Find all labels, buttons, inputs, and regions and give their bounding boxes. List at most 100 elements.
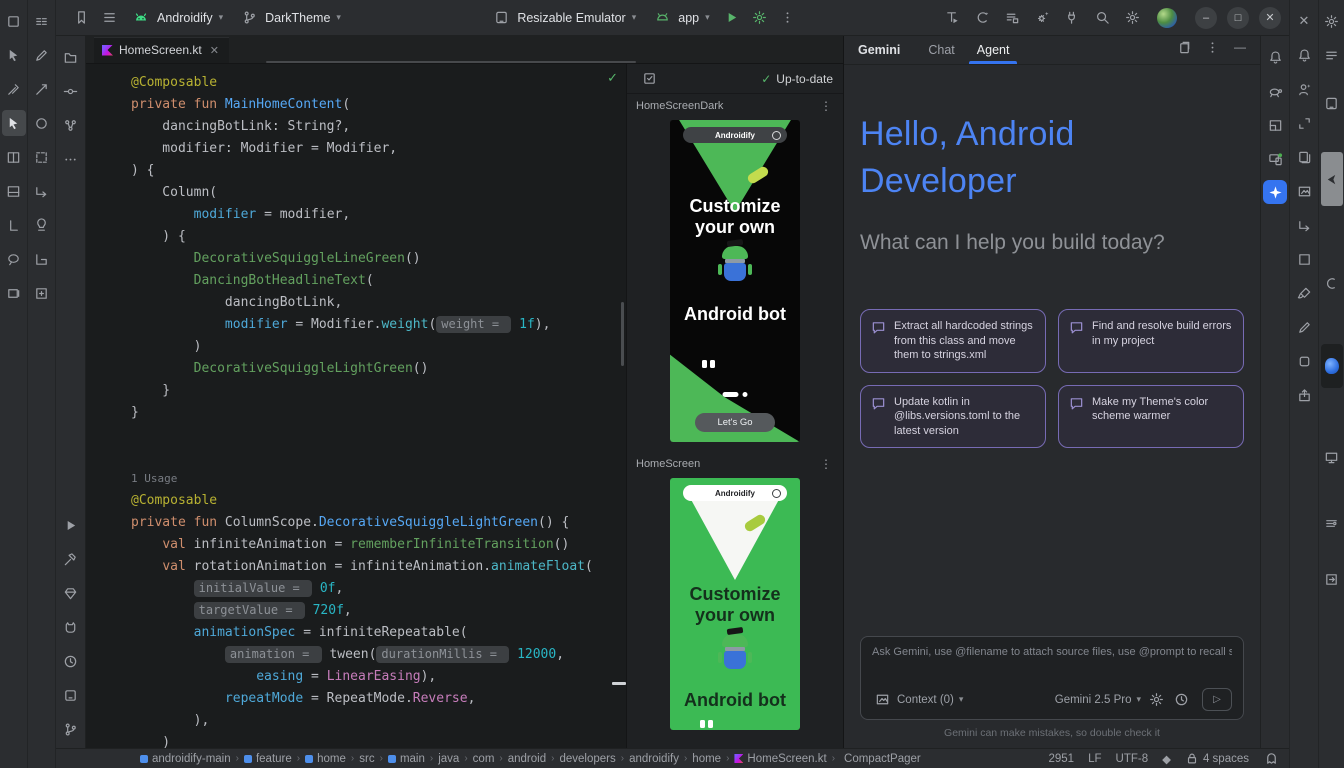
code-line[interactable]: Column( — [131, 182, 626, 204]
corner-arrow-icon[interactable] — [1292, 212, 1316, 238]
user-avatar[interactable] — [1157, 7, 1178, 28]
breadcrumb-item[interactable]: androidify — [629, 753, 679, 765]
commit-icon[interactable] — [59, 78, 83, 104]
project-folder-icon[interactable] — [59, 44, 83, 70]
run-tool-icon[interactable] — [59, 512, 83, 538]
prompt-input[interactable]: Ask Gemini, use @filename to attach sour… — [860, 636, 1244, 720]
close-button[interactable]: ✕ — [1259, 6, 1282, 29]
arrow-corner-icon[interactable] — [30, 178, 54, 204]
plugin-ai-icon[interactable] — [1060, 5, 1084, 31]
breadcrumb-item[interactable]: androidify-main — [140, 753, 231, 765]
code-line[interactable]: private fun ColumnScope.DecorativeSquigg… — [131, 512, 626, 534]
code-line[interactable]: dancingBotLink, — [131, 292, 626, 314]
vcs-widget[interactable]: DarkTheme ▾ — [232, 3, 348, 33]
window-icon[interactable] — [2, 8, 26, 34]
bookmark-icon[interactable] — [71, 7, 91, 29]
move-tool-icon[interactable] — [1, 110, 26, 136]
pages-icon[interactable] — [1292, 144, 1316, 170]
code-line[interactable]: @Composable — [131, 72, 626, 94]
ghost-icon[interactable] — [1263, 751, 1279, 767]
app-quality-icon[interactable] — [59, 580, 83, 606]
code-line[interactable]: @Composable — [131, 490, 626, 512]
minimize-button[interactable]: – — [1195, 6, 1218, 29]
more-tools-icon[interactable] — [59, 146, 83, 172]
context-selector[interactable]: Context (0) — [897, 694, 954, 706]
device-manager-icon[interactable] — [59, 682, 83, 708]
code-line[interactable]: ) { — [131, 160, 626, 182]
maximize-button[interactable]: □ — [1227, 6, 1250, 29]
search-icon[interactable] — [1090, 5, 1114, 31]
project-selector[interactable]: Androidify ▾ — [124, 3, 230, 33]
pencil-tool-icon[interactable] — [1292, 314, 1316, 340]
breadcrumb-item[interactable]: main — [387, 753, 425, 765]
code-line[interactable]: initialValue = 0f, — [131, 578, 626, 600]
line-separator[interactable]: LF — [1088, 753, 1101, 765]
ask-studio-icon[interactable] — [970, 5, 994, 31]
code-line[interactable]: animation = tween(durationMillis = 12000… — [131, 644, 626, 666]
add-frame-icon[interactable] — [30, 280, 54, 306]
square-tool-icon[interactable] — [1292, 246, 1316, 272]
diamond-icon[interactable]: ◆ — [1162, 752, 1171, 766]
list-icon[interactable] — [1320, 42, 1344, 68]
pencil-icon[interactable] — [30, 42, 54, 68]
code-line[interactable]: } — [131, 402, 626, 424]
image-frame-icon[interactable] — [1292, 178, 1316, 204]
editor-scrollbar[interactable] — [621, 302, 624, 366]
code-line[interactable]: ) { — [131, 226, 626, 248]
code-line[interactable]: targetValue = 720f, — [131, 600, 626, 622]
tab-chat[interactable]: Chat — [922, 43, 960, 64]
code-line[interactable]: val rotationAnimation = infiniteAnimatio… — [131, 556, 626, 578]
main-menu-icon[interactable] — [99, 7, 119, 29]
code-line[interactable]: animationSpec = infiniteRepeatable( — [131, 622, 626, 644]
l-shape-icon[interactable] — [2, 212, 26, 238]
pointer-search-icon[interactable] — [2, 42, 26, 68]
connector-icon[interactable] — [30, 76, 54, 102]
history-icon[interactable] — [1171, 690, 1191, 710]
breadcrumb-item[interactable]: HomeScreen.kt — [734, 753, 827, 765]
assistant-icon[interactable] — [1292, 76, 1316, 102]
code-line[interactable]: easing = LinearEasing), — [131, 666, 626, 688]
split-vertical-icon[interactable] — [2, 144, 26, 170]
code-line[interactable]: modifier = modifier, — [131, 204, 626, 226]
breadcrumb-item[interactable]: android — [508, 753, 546, 765]
caret-position[interactable]: 2951 — [1049, 753, 1075, 765]
paint-tile[interactable] — [1320, 344, 1343, 388]
code-line[interactable]: repeatMode = RepeatMode.Reverse, — [131, 688, 626, 710]
tab-homescreen[interactable]: HomeScreen.kt ✕ — [94, 37, 229, 63]
code-line[interactable]: ) — [131, 336, 626, 358]
breadcrumb-item[interactable]: developers — [559, 753, 615, 765]
overlay-close-icon[interactable]: ✕ — [1292, 8, 1316, 34]
breadcrumb-item[interactable]: com — [473, 753, 495, 765]
breadcrumb-item[interactable]: home — [305, 753, 346, 765]
build-variants-icon[interactable] — [1000, 5, 1024, 31]
code-line[interactable]: ) — [131, 732, 626, 748]
more-actions-icon[interactable] — [778, 7, 798, 29]
model-selector[interactable]: Gemini 2.5 Pro — [1055, 694, 1132, 706]
device-frame-icon[interactable] — [1320, 90, 1344, 116]
code-line[interactable]: modifier = Modifier.weight(weight = 1f), — [131, 314, 626, 336]
preview-phone-light[interactable]: Androidify Customize your own Android bot — [670, 478, 800, 730]
send-button[interactable]: ▷ — [1202, 688, 1232, 711]
prompt-settings-icon[interactable] — [1146, 690, 1166, 710]
gear-sparkle-icon[interactable] — [1030, 5, 1054, 31]
apply-changes-button[interactable] — [750, 7, 770, 29]
rounded-square-icon[interactable] — [1292, 348, 1316, 374]
box-arrow-icon[interactable] — [1320, 566, 1344, 592]
bell-icon[interactable] — [1292, 42, 1316, 68]
code-line[interactable]: DecorativeSquiggleLightGreen() — [131, 358, 626, 380]
circle-tool-icon[interactable] — [30, 110, 54, 136]
hook-icon[interactable] — [1320, 270, 1344, 296]
split-handle[interactable] — [612, 682, 626, 685]
corner-select-icon[interactable] — [1292, 110, 1316, 136]
knife-tool-icon[interactable] — [2, 76, 26, 102]
indent-setting[interactable]: 4 spaces — [1185, 752, 1249, 766]
brush-icon[interactable] — [1292, 280, 1316, 306]
code-line[interactable]: 1 Usage — [131, 468, 626, 490]
stamp-icon[interactable] — [30, 212, 54, 238]
logcat-icon[interactable] — [59, 614, 83, 640]
suggestion-card[interactable]: Update kotlin in @libs.versions.toml to … — [860, 384, 1046, 448]
build-tool-icon[interactable] — [59, 546, 83, 572]
code-editor[interactable]: @Composable private fun MainHomeContent( … — [86, 64, 626, 748]
structure-icon[interactable] — [59, 112, 83, 138]
code-line[interactable]: DecorativeSquiggleLineGreen() — [131, 248, 626, 270]
